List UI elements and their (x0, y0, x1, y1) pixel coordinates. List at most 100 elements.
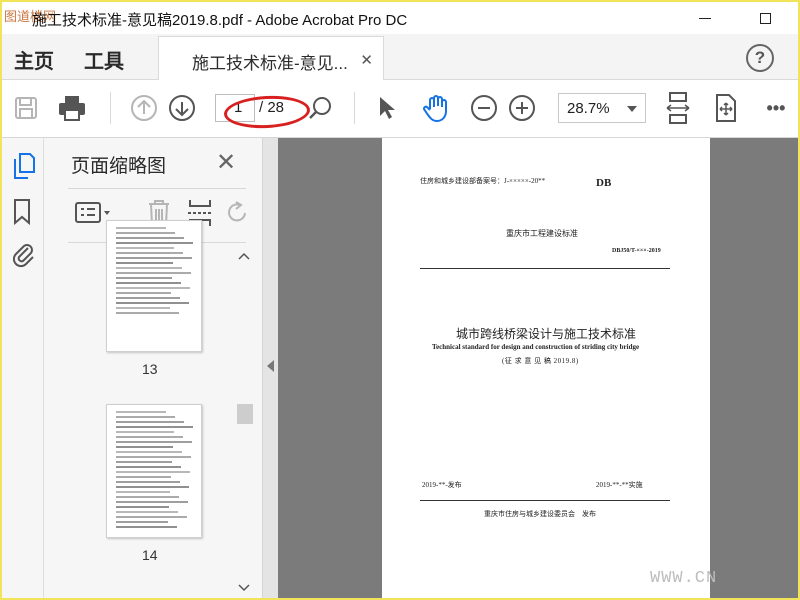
thumbnail-text-line (116, 456, 191, 458)
thumbnail-text-line (116, 262, 173, 264)
select-cursor-icon[interactable] (370, 92, 402, 124)
next-page-icon[interactable] (166, 92, 198, 124)
navigation-rail (2, 138, 44, 598)
thumbnail-text-line (116, 466, 181, 468)
undo-rotate-icon[interactable] (226, 200, 248, 231)
draft-note: (征 求 意 见 稿 2019.8) (502, 357, 579, 365)
chevron-down-icon (627, 106, 637, 112)
minimize-button[interactable] (682, 4, 728, 32)
pdf-page: 住房和城乡建设部备案号：J-×××××-20** DB 重庆市工程建设标准 DB… (382, 138, 710, 598)
tab-tools[interactable]: 工具 (84, 45, 124, 74)
thumbnail-text-line (116, 297, 180, 299)
page-thumbnail[interactable] (106, 404, 202, 538)
thumbnail-text-line (116, 426, 193, 428)
thumbnail-text-line (116, 247, 174, 249)
thumbnail-text-line (116, 282, 181, 284)
tab-home[interactable]: 主页 (14, 45, 54, 74)
db-mark: DB (596, 177, 612, 189)
thumbnail-text-line (116, 252, 183, 254)
panel-splitter[interactable] (262, 138, 278, 598)
scroll-down-icon[interactable] (238, 584, 250, 592)
bookmark-icon[interactable] (12, 198, 36, 226)
page-thumbnails-icon[interactable] (12, 152, 36, 179)
thumbnail-text-line (116, 431, 174, 433)
thumbnail-text-line (116, 232, 175, 234)
toolbar-divider (354, 92, 355, 124)
thumbnail-text-line (116, 516, 187, 518)
title-bar: 图道楼网 施工技术标准-意见稿2019.8.pdf - Adobe Acroba… (2, 2, 798, 34)
main-toolbar: 1 / 28 28.7% ••• (2, 80, 798, 138)
thumbnail-text-line (116, 461, 172, 463)
thumbnail-text-line (116, 471, 190, 473)
attachment-icon[interactable] (12, 242, 36, 268)
thumbnail-text-line (116, 441, 192, 443)
thumbnail-text-line (116, 411, 166, 413)
zoom-out-icon[interactable] (468, 92, 500, 124)
thumbnail-text-line (116, 267, 182, 269)
thumbnail-text-line (116, 486, 189, 488)
document-title-cn: 城市跨线桥梁设计与施工技术标准 (456, 327, 637, 341)
thumbnail-text-line (116, 287, 190, 289)
thumbnail-text-line (116, 521, 168, 523)
thumbnail-text-line (116, 272, 191, 274)
help-icon[interactable]: ? (746, 44, 774, 72)
thumbnail-text-line (116, 302, 189, 304)
record-number: 住房和城乡建设部备案号：J-×××××-20** (420, 177, 546, 185)
thumbnail-text-line (116, 436, 183, 438)
zoom-level-select[interactable]: 28.7% (558, 93, 646, 123)
toolbar-divider (110, 92, 111, 124)
site-watermark: WWW.CN (650, 569, 718, 588)
thumbnail-text-line (116, 307, 170, 309)
standard-code: DBJ50/T-×××-2019 (612, 248, 661, 254)
thumbnail-text-line (116, 481, 180, 483)
thumbnail-text-line (116, 491, 170, 493)
thumbnail-text-line (116, 242, 193, 244)
implement-date: 2019-**-**实施 (596, 481, 643, 489)
hand-tool-icon[interactable] (420, 92, 452, 124)
document-view[interactable]: 住房和城乡建设部备案号：J-×××××-20** DB 重庆市工程建设标准 DB… (278, 138, 798, 598)
thumbnail-panel: 页面缩略图 ✕ 13 14 (44, 138, 262, 598)
zoom-in-icon[interactable] (506, 92, 538, 124)
publish-date: 2019-**-发布 (422, 481, 462, 489)
panel-title: 页面缩略图 (71, 156, 167, 177)
previous-page-icon[interactable] (128, 92, 160, 124)
scroll-up-icon[interactable] (238, 252, 250, 260)
thumbnail-text-line (116, 292, 171, 294)
header-rule (420, 268, 670, 269)
thumbnail-text-line (116, 312, 179, 314)
page-thumbnail[interactable] (106, 220, 202, 352)
tab-document-label: 施工技术标准-意见... (192, 54, 348, 73)
scrollbar-thumb[interactable] (237, 404, 253, 424)
thumbnail-text-line (116, 277, 172, 279)
thumbnail-text-line (116, 496, 179, 498)
tab-document[interactable]: 施工技术标准-意见... ✕ (158, 36, 384, 80)
zoom-level-value: 28.7% (567, 100, 610, 117)
document-title-en: Technical standard for design and constr… (432, 343, 640, 351)
print-icon[interactable] (56, 92, 88, 124)
thumbnail-text-line (116, 237, 184, 239)
close-tab-icon[interactable]: ✕ (360, 51, 373, 69)
thumbnail-text-line (116, 476, 171, 478)
thumbnail-text-line (116, 501, 188, 503)
thumbnail-text-line (116, 506, 169, 508)
issuer: 重庆市住房与城乡建设委员会 发布 (484, 510, 596, 518)
fit-page-icon[interactable] (662, 92, 694, 124)
save-icon[interactable] (10, 92, 42, 124)
close-panel-icon[interactable]: ✕ (216, 148, 236, 177)
maximize-button[interactable] (742, 4, 788, 32)
thumbnail-page-number: 14 (142, 547, 158, 563)
thumbnail-text-line (116, 227, 166, 229)
thumbnail-text-line (116, 257, 192, 259)
thumbnail-page-number: 13 (142, 361, 158, 377)
more-tools-icon[interactable]: ••• (760, 92, 792, 124)
panel-divider (68, 188, 246, 189)
rotate-page-icon[interactable] (710, 92, 742, 124)
tab-bar: 主页 工具 施工技术标准-意见... ✕ ? (2, 34, 798, 80)
thumbnail-text-line (116, 416, 175, 418)
thumbnail-scrollbar[interactable] (234, 250, 254, 596)
window-title: 施工技术标准-意见稿2019.8.pdf - Adobe Acrobat Pro… (32, 12, 408, 29)
thumbnail-text-line (116, 511, 178, 513)
thumbnail-text-line (116, 526, 177, 528)
collapse-panel-icon[interactable] (267, 360, 274, 372)
footer-rule (420, 500, 670, 501)
